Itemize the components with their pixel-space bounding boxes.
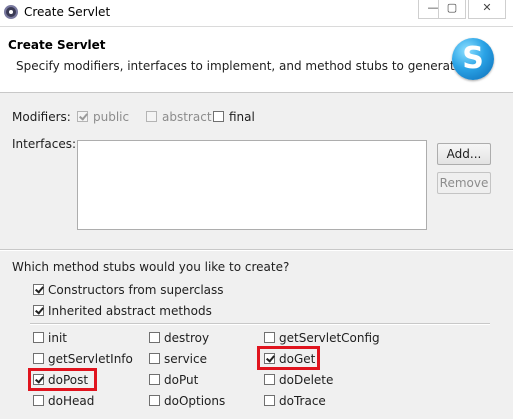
dotrace-checkbox[interactable] bbox=[264, 395, 275, 406]
wizard-header: Create Servlet Specify modifiers, interf… bbox=[0, 27, 513, 93]
init-checkbox[interactable] bbox=[33, 332, 44, 343]
inherited-checkbox[interactable] bbox=[33, 305, 44, 316]
separator bbox=[0, 249, 513, 251]
stubs-separator bbox=[30, 323, 490, 325]
doget-highlight-box bbox=[257, 346, 320, 370]
getservletinfo-label: getServletInfo bbox=[48, 352, 133, 366]
dopost-highlight-box bbox=[28, 368, 97, 391]
final-label: final bbox=[229, 110, 255, 124]
window-title: Create Servlet bbox=[24, 5, 111, 19]
close-button[interactable]: ✕ bbox=[468, 0, 506, 19]
constructors-label: Constructors from superclass bbox=[48, 283, 224, 297]
service-label: service bbox=[164, 352, 207, 366]
maximize-button[interactable]: ▢ bbox=[438, 0, 466, 19]
abstract-checkbox[interactable] bbox=[146, 111, 157, 122]
eclipse-icon bbox=[4, 5, 18, 19]
remove-interface-button[interactable]: Remove bbox=[437, 172, 491, 194]
final-checkbox[interactable] bbox=[213, 111, 224, 122]
interfaces-list[interactable] bbox=[77, 140, 427, 230]
wizard-description: Specify modifiers, interfaces to impleme… bbox=[16, 59, 466, 73]
window-titlebar: Create Servlet — ▢ ✕ bbox=[0, 0, 513, 27]
public-checkbox[interactable] bbox=[77, 111, 88, 122]
dohead-label: doHead bbox=[48, 394, 95, 408]
constructors-checkbox[interactable] bbox=[33, 284, 44, 295]
destroy-checkbox[interactable] bbox=[149, 332, 160, 343]
doput-checkbox[interactable] bbox=[149, 374, 160, 385]
service-checkbox[interactable] bbox=[149, 353, 160, 364]
stubs-question: Which method stubs would you like to cre… bbox=[12, 260, 290, 274]
modifiers-label: Modifiers: bbox=[12, 110, 71, 124]
public-label: public bbox=[93, 110, 130, 124]
dohead-checkbox[interactable] bbox=[33, 395, 44, 406]
dodelete-label: doDelete bbox=[279, 373, 334, 387]
getservletconfig-checkbox[interactable] bbox=[264, 332, 275, 343]
wizard-title: Create Servlet bbox=[8, 38, 106, 52]
servlet-logo-icon: S bbox=[452, 38, 494, 80]
getservletconfig-label: getServletConfig bbox=[279, 331, 380, 345]
dooptions-label: doOptions bbox=[164, 394, 226, 408]
destroy-label: destroy bbox=[164, 331, 210, 345]
dooptions-checkbox[interactable] bbox=[149, 395, 160, 406]
dotrace-label: doTrace bbox=[279, 394, 326, 408]
dodelete-checkbox[interactable] bbox=[264, 374, 275, 385]
init-label: init bbox=[48, 331, 67, 345]
abstract-label: abstract bbox=[162, 110, 212, 124]
add-interface-button[interactable]: Add... bbox=[437, 143, 491, 165]
getservletinfo-checkbox[interactable] bbox=[33, 353, 44, 364]
inherited-label: Inherited abstract methods bbox=[48, 304, 212, 318]
interfaces-label: Interfaces: bbox=[12, 137, 77, 151]
doput-label: doPut bbox=[164, 373, 199, 387]
